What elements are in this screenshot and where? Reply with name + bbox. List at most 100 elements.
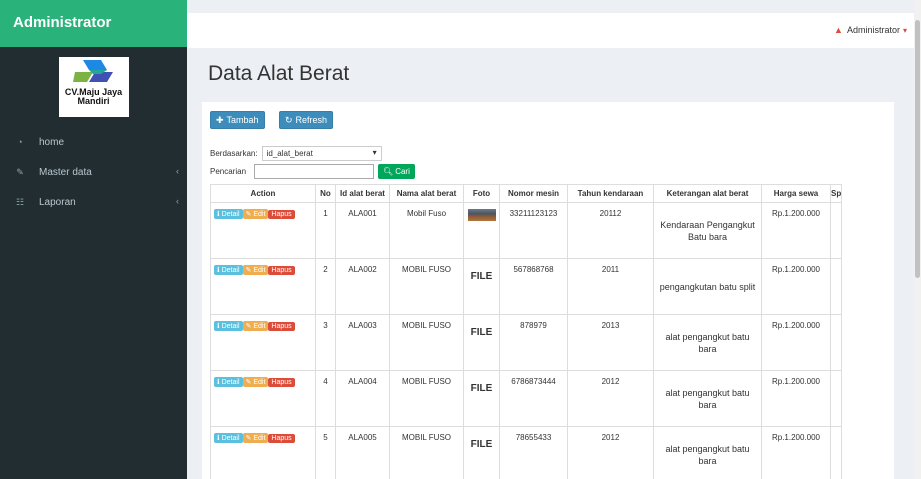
row-price: Rp.1.200.000 [761,258,831,315]
edit-button[interactable]: ✎ Edit [242,433,269,443]
column-header[interactable]: Keterangan alat berat [653,184,762,203]
edit-button-label: Edit [253,211,266,218]
row-description: pengangkutan batu split [653,258,762,315]
sidebar-item-label: Master data [39,166,92,178]
scrollbar[interactable] [914,0,921,479]
user-menu[interactable]: ▲ Administrator ▾ [834,25,907,35]
action-cell: ℹ Detail ✎ Edit Hapus [210,426,316,479]
content-box: ✚ Tambah ↻ Refresh Berdasarkan: id_alat_… [202,102,894,479]
column-header[interactable]: Nama alat berat [389,184,464,203]
dashboard-icon: ◔ [17,137,23,147]
row-no: 1 [315,202,336,259]
table-row: ℹ Detail ✎ Edit Hapus 4 ALA004 MOBIL FUSO FILE… [210,370,843,427]
row-name: MOBIL FUSO [389,370,464,427]
sidebar-item-laporan[interactable]: ☷ Laporan ‹ [0,187,187,217]
edit-button[interactable]: ✎ Edit [242,377,269,387]
company-logo: CV.Maju Jaya Mandiri [58,57,129,117]
scrollbar-thumb[interactable] [915,20,920,278]
column-header[interactable]: Sp [829,184,843,203]
row-year: 2012 [567,370,654,427]
row-engine-no: 567868768 [499,258,568,315]
delete-button[interactable]: Hapus [268,210,295,219]
row-description: alat pengangkut batu bara [653,314,762,371]
edit-button[interactable]: ✎ Edit [242,209,269,219]
row-description: alat pengangkut batu bara [653,370,762,427]
action-cell: ℹ Detail ✎ Edit Hapus [210,370,316,427]
row-no: 4 [315,370,336,427]
row-year: 2011 [567,258,654,315]
filter-by-value: id_alat_berat [266,149,313,158]
row-year: 20112 [567,202,654,259]
truck-photo[interactable] [467,209,496,221]
add-button[interactable]: ✚ Tambah [210,111,265,129]
row-id: ALA002 [335,258,390,315]
chevron-left-icon: ‹ [176,166,179,176]
detail-button[interactable]: ℹ Detail [214,265,243,275]
edit-icon: ✎ [16,166,24,177]
search-row: Pencarian 🔍︎ Cari [210,164,415,179]
logo-text: CV.Maju Jaya Mandiri [64,87,123,106]
filter-by-select[interactable]: id_alat_berat ▾ [261,146,382,161]
brand-title[interactable]: Administrator [0,0,187,47]
sidebar-item-home[interactable]: ◔ home [0,127,187,157]
row-engine-no: 6786873444 [499,370,568,427]
edit-button[interactable]: ✎ Edit [242,321,269,331]
delete-button[interactable]: Hapus [268,322,295,331]
table-body: ℹ Detail ✎ Edit Hapus 1 ALA001 Mobil Fuso 3321… [210,202,843,479]
sidebar-item-master-data[interactable]: ✎ Master data ‹ [0,157,187,187]
row-engine-no: 78655433 [499,426,568,479]
row-id: ALA005 [335,426,390,479]
logo-mark [72,60,113,82]
select-caret-icon: ▾ [372,148,377,157]
photo-cell [463,202,500,259]
search-button[interactable]: 🔍︎ Cari [378,164,415,179]
search-button-label: Cari [395,167,410,176]
row-extra [829,370,843,427]
column-header[interactable]: Harga sewa [761,184,831,203]
column-header[interactable]: Tahun kendaraan [567,184,654,203]
photo-cell: FILE [463,426,500,479]
sitemap-icon: ☷ [15,196,25,207]
detail-button[interactable]: ℹ Detail [214,377,243,387]
detail-button-label: Detail [221,211,240,218]
detail-button-label: Detail [221,323,240,330]
page-title: Data Alat Berat [208,62,350,85]
table-row: ℹ Detail ✎ Edit Hapus 1 ALA001 Mobil Fuso 3321… [210,202,843,259]
delete-button-label: Hapus [271,435,292,442]
delete-button[interactable]: Hapus [268,378,295,387]
refresh-button[interactable]: ↻ Refresh [279,111,334,129]
file-label: FILE [470,327,493,338]
column-header[interactable]: Foto [463,184,500,203]
refresh-icon: ↻ [285,114,293,125]
column-header[interactable]: No [315,184,336,203]
column-header[interactable]: Action [210,184,316,203]
row-id: ALA003 [335,314,390,371]
top-navbar: ▲ Administrator ▾ [187,13,921,48]
edit-button-label: Edit [253,267,266,274]
edit-button-label: Edit [253,379,266,386]
row-name: MOBIL FUSO [389,314,464,371]
row-extra [829,314,843,371]
row-year: 2013 [567,314,654,371]
delete-button[interactable]: Hapus [268,434,295,443]
data-table: Action No Id alat berat Nama alat berat Foto… [210,184,843,479]
delete-button[interactable]: Hapus [268,266,295,275]
detail-button[interactable]: ℹ Detail [214,209,243,219]
action-cell: ℹ Detail ✎ Edit Hapus [210,202,316,259]
detail-button[interactable]: ℹ Detail [214,433,243,443]
row-engine-no: 878979 [499,314,568,371]
column-header[interactable]: Id alat berat [335,184,390,203]
edit-button[interactable]: ✎ Edit [242,265,269,275]
row-no: 2 [315,258,336,315]
detail-button[interactable]: ℹ Detail [214,321,243,331]
search-input[interactable] [254,164,375,179]
row-description: Kendaraan Pengangkut Batu bara [653,202,762,259]
edit-button-label: Edit [253,435,266,442]
row-extra [829,258,843,315]
search-label: Pencarian [210,167,247,176]
sidebar-menu: ◔ home ✎ Master data ‹ ☷ Laporan ‹ [0,127,187,217]
photo-cell: FILE [463,370,500,427]
detail-button-label: Detail [221,435,240,442]
column-header[interactable]: Nomor mesin [499,184,568,203]
delete-button-label: Hapus [271,211,292,218]
